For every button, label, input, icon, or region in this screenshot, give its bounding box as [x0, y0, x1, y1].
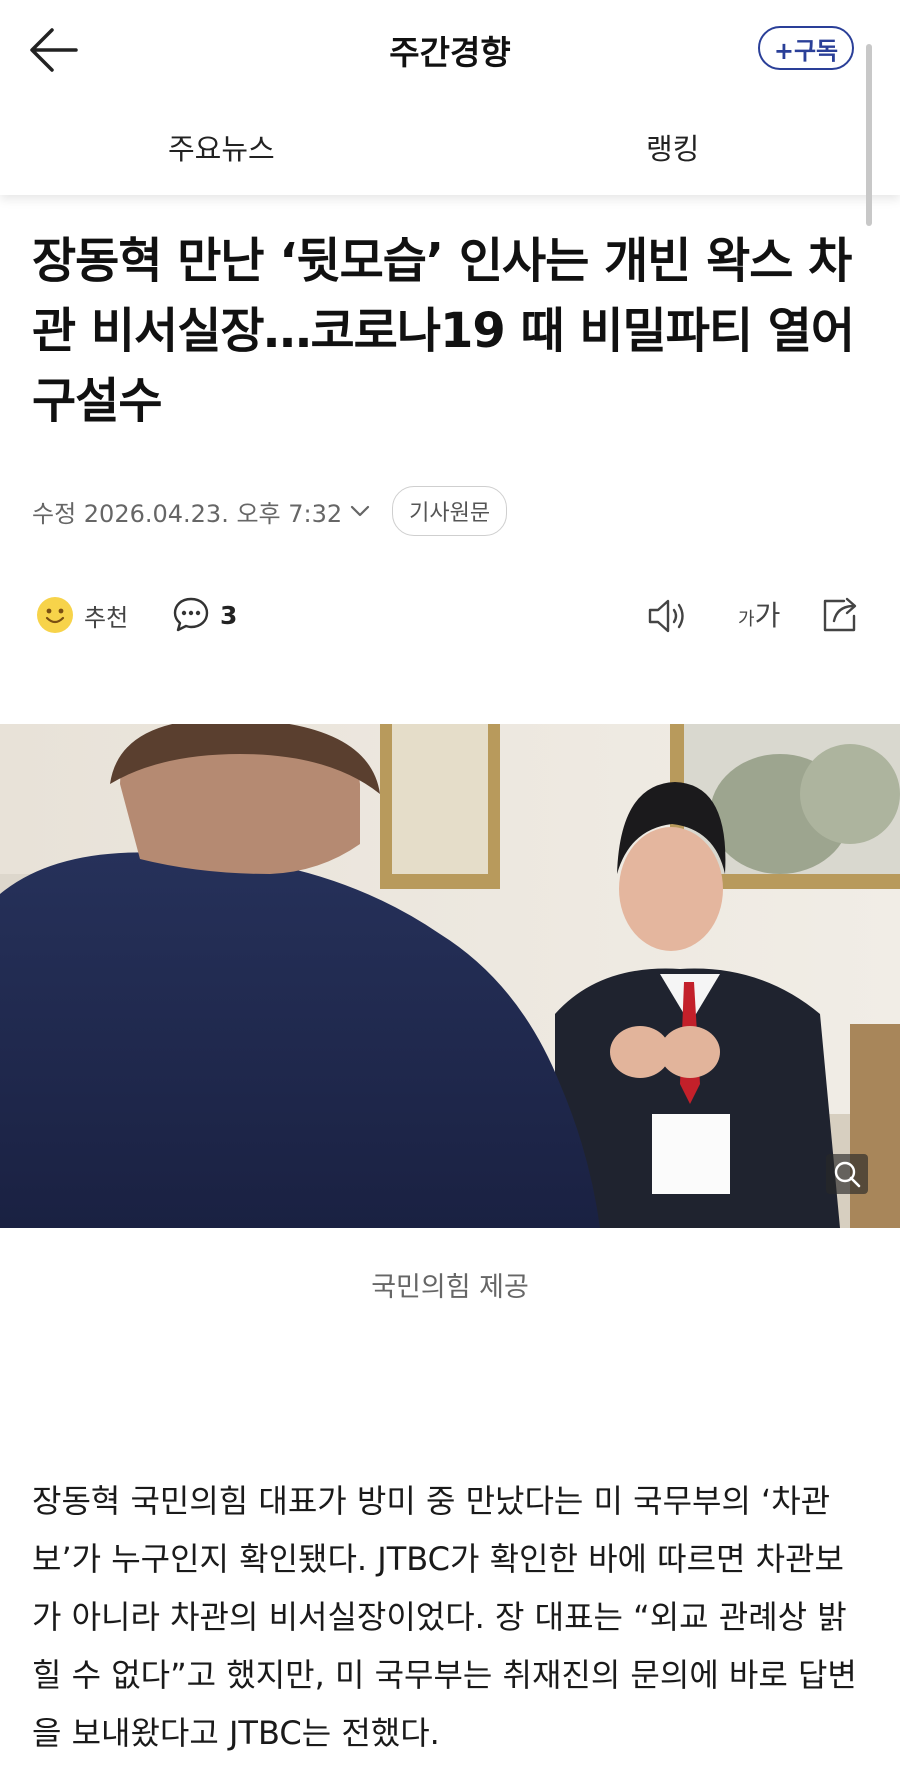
chevron-down-icon[interactable] — [350, 504, 370, 518]
meeting-photo — [0, 724, 900, 1228]
top-header: 주간경향 +구독 주요뉴스 랭킹 — [0, 0, 900, 195]
tab-ranking[interactable]: 랭킹 — [646, 126, 699, 168]
speaker-icon — [648, 599, 684, 633]
subscribe-button[interactable]: +구독 — [758, 26, 854, 70]
share-button[interactable] — [820, 594, 864, 636]
comment-button[interactable]: 3 — [172, 596, 237, 634]
photo-caption: 국민의힘 제공 — [371, 1272, 529, 1303]
original-article-button[interactable]: 기사원문 — [392, 486, 508, 536]
smile-emoji-icon — [37, 597, 73, 633]
recommend-label: 추천 — [84, 603, 129, 632]
comment-bubble-icon — [173, 597, 209, 632]
scrollbar[interactable] — [866, 44, 872, 226]
article-meta: 수정 2026.04.23. 오후 7:32 기사원문 — [32, 486, 508, 536]
listen-button[interactable] — [646, 596, 692, 636]
recommend-button[interactable]: 추천 — [36, 596, 128, 634]
comment-count: 3 — [220, 600, 238, 630]
share-icon — [823, 597, 857, 632]
article-date: 수정 2026.04.23. 오후 7:32 — [32, 499, 343, 528]
body-text-part1: 장동혁 국민의힘 대표가 방미 중 만났다는 미 국무부의 ‘차관보’가 누구인… — [32, 1482, 831, 1578]
font-size-button[interactable]: 가 가 — [738, 594, 780, 634]
article-headline: 장동혁 만난 ‘뒷모습’ 인사는 개빈 왁스 차관 비서실장…코로나19 때 비… — [32, 233, 855, 429]
tab-bar: 주요뉴스 랭킹 — [0, 118, 900, 178]
font-size-large-label: 가 — [754, 599, 781, 632]
article-body: 장동혁 국민의힘 대표가 방미 중 만났다는 미 국무부의 ‘차관보’가 누구인… — [32, 1472, 872, 1762]
font-size-small-label: 가 — [738, 609, 755, 630]
article-actions: 추천 3 가 가 — [32, 592, 872, 640]
tab-main-news[interactable]: 주요뉴스 — [168, 126, 275, 168]
article-photo[interactable] — [0, 724, 900, 1228]
